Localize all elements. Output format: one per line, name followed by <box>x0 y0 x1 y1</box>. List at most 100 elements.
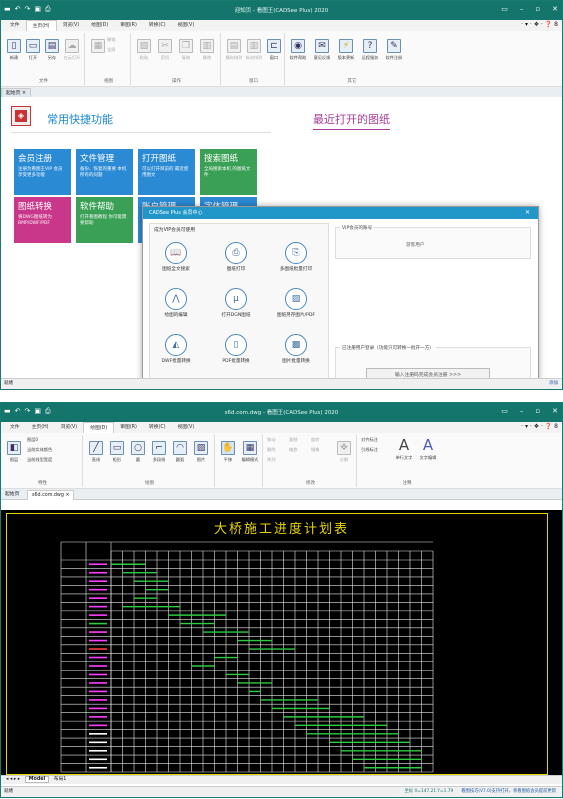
menu-file[interactable]: 文件 <box>4 422 26 433</box>
menu-browse[interactable]: 浏览(V) <box>55 422 84 433</box>
menu-file[interactable]: 文件 <box>4 20 26 31</box>
tab-close-icon[interactable]: × <box>22 91 26 96</box>
tile-open-drawing[interactable]: 打开图纸 可以打开目前的 最近使用图文 <box>138 149 195 195</box>
single-text-button[interactable]: A 单行文字 <box>393 438 415 461</box>
tile-horizontal-button[interactable]: ▤ 横向排列 <box>223 39 245 61</box>
polyline-button[interactable]: ⌐ 多段线 <box>148 441 170 463</box>
tab-start-page[interactable]: 起始页 <box>1 490 23 500</box>
help-icons[interactable]: · ▾ · ❖ · ❓ 8 <box>521 21 558 28</box>
feature-save-image[interactable]: ▨ 图纸另存图片/PDF <box>274 288 318 318</box>
leader-button[interactable]: 引线标注 <box>361 447 391 453</box>
maximize-icon[interactable]: ▫ <box>535 5 540 13</box>
tab-model[interactable]: Model <box>24 776 50 783</box>
delete-button[interactable]: ▥ 删除 <box>196 39 218 61</box>
drawing-canvas[interactable]: 大桥施工进度计划表 <box>1 510 562 775</box>
aligned-dim-button[interactable]: 对齐标注 <box>361 437 391 443</box>
feature-image-batch[interactable]: ▩ 图片批量转换 <box>274 334 318 364</box>
tab-drawing[interactable]: s6d.com.dwg × <box>27 490 75 500</box>
minimize-icon[interactable]: – <box>520 407 524 415</box>
help-button[interactable]: ◉ 软件帮助 <box>287 39 309 61</box>
tile-member-register[interactable]: 会员注册 注册为看图王VIP 会员享受更多功能 <box>14 149 71 195</box>
menu-review[interactable]: 审图(R) <box>114 422 143 433</box>
rotate-button[interactable]: 旋转 <box>311 437 333 443</box>
fullscreen-button[interactable]: 全屏 <box>107 47 131 53</box>
copy-button[interactable]: ❐ 复制 <box>175 39 197 61</box>
line-button[interactable]: ╱ 直线 <box>85 441 107 463</box>
close-icon[interactable]: ✕ <box>552 5 558 13</box>
layout-nav[interactable]: ◂ ◂ ▸ ▸ <box>3 777 23 782</box>
pan-button[interactable]: ✋ 平移 <box>217 441 239 463</box>
tab-layout1[interactable]: 布局1 <box>51 777 70 782</box>
recent-drawings-title[interactable]: 最近打开的图纸 <box>313 111 390 130</box>
menu-convert[interactable]: 转换(C) <box>143 422 172 433</box>
feature-print[interactable]: ⎙ 图纸打印 <box>214 242 258 272</box>
dialog-close-icon[interactable]: ✕ <box>525 207 530 219</box>
feature-edit[interactable]: ⋀ 绘图的编辑 <box>154 288 198 318</box>
feature-pdf-batch[interactable]: ▯ PDF批量转换 <box>214 334 258 364</box>
restore-icon[interactable]: ▭ <box>501 407 508 415</box>
tile-drawing-convert[interactable]: 图纸转换 将DWG图纸转为 BMP/DWF/PDF <box>14 197 71 243</box>
array-button[interactable]: 阵列 <box>267 457 289 463</box>
undo-button[interactable]: 撤销 <box>107 37 131 43</box>
tile-vertical-button[interactable]: ▥ 纵向排列 <box>243 39 265 61</box>
remote-service-button[interactable]: ? 远程服务 <box>359 39 381 61</box>
copy-button[interactable]: 复制 <box>289 437 311 443</box>
tile-file-manage[interactable]: 文件管理 备份、恢复的重要 本机所有的问题 <box>76 149 133 195</box>
cloud-open-button[interactable]: ☁ 在云打开 <box>61 39 83 61</box>
menu-convert[interactable]: 转换(C) <box>143 20 172 31</box>
ribbon-group-properties: ◧ 图层 图层0 当前实体颜色 当前线型宽度 特性 <box>3 435 83 487</box>
circle-button[interactable]: ○ 圆 <box>127 441 149 463</box>
update-notice[interactable]: 看图技巧(V7.0)支持打开，将看图纸会员提前更新 <box>461 789 556 794</box>
feature-open-dgn[interactable]: μ 打开DGN图纸 <box>214 288 258 318</box>
text-edit-button[interactable]: A 文字编辑 <box>417 438 439 461</box>
explode-button[interactable]: ✥ 分解 <box>333 441 355 463</box>
color-select[interactable]: 当前实体颜色 <box>27 447 81 453</box>
image-icon: ▨ <box>194 441 208 455</box>
tab-close-icon[interactable]: × <box>65 493 69 498</box>
menu-browse[interactable]: 浏览(V) <box>57 20 86 31</box>
group-label: 操作 <box>172 79 181 84</box>
menu-home[interactable]: 主页(H) <box>25 19 57 32</box>
menu-draw[interactable]: 绘图(D) <box>83 421 115 434</box>
menu-view[interactable]: 视图(V) <box>172 20 201 31</box>
arc-icon: ◠ <box>173 441 187 455</box>
feature-fulltext-search[interactable]: 📖 图纸全文搜索 <box>154 242 198 272</box>
menu-review[interactable]: 审图(R) <box>114 20 143 31</box>
rectangle-button[interactable]: ▭ 矩形 <box>106 441 128 463</box>
restore-icon[interactable]: ▭ <box>501 5 508 13</box>
maximize-icon[interactable]: ▫ <box>535 407 540 415</box>
paste-button[interactable]: ▧ 粘贴 <box>133 39 155 61</box>
delete-button[interactable]: 删除 <box>267 447 289 453</box>
register-button[interactable]: ✎ 软件注册 <box>383 39 405 61</box>
edit-mode-button[interactable]: ▦ 编辑模式 <box>239 441 261 463</box>
update-button[interactable]: ⚡ 版本更新 <box>335 39 357 61</box>
window-button[interactable]: ⊏ 窗口 <box>263 39 285 61</box>
layer-button[interactable]: ◧ 图层 <box>3 441 25 463</box>
status-right[interactable]: 添加 <box>549 379 558 389</box>
arc-button[interactable]: ◠ 圆弧 <box>169 441 191 463</box>
feature-dwf-batch[interactable]: ◭ DWF批量转换 <box>154 334 198 364</box>
menu-draw[interactable]: 绘图(D) <box>85 20 114 31</box>
schedule-bars <box>111 563 422 769</box>
lineweight-select[interactable]: 当前线型宽度 <box>27 457 81 463</box>
layer-select[interactable]: 图层0 <box>27 437 81 443</box>
thumbnail-button[interactable]: ▦ <box>87 39 109 55</box>
minimize-icon[interactable]: – <box>520 5 524 13</box>
save-as-button[interactable]: ▤ 另存 <box>41 39 63 61</box>
scale-button[interactable]: 缩放 <box>289 447 311 453</box>
compass-icon: ⋀ <box>165 288 187 310</box>
feedback-button[interactable]: ✉ 意见反馈 <box>311 39 333 61</box>
help-icons[interactable]: · ▾ · ❖ · ❓ 8 <box>521 423 558 430</box>
menu-view[interactable]: 视图(V) <box>172 422 201 433</box>
menu-home[interactable]: 主页(H) <box>26 422 55 433</box>
tile-software-help[interactable]: 软件帮助 打开看图教程 你可能需要帮助 <box>76 197 133 243</box>
mirror-button[interactable]: 镜像 <box>311 447 333 453</box>
image-button[interactable]: ▨ 图片 <box>190 441 212 463</box>
tile-search-drawing[interactable]: 搜索图纸 全局搜索本机 的图纸文件 <box>200 149 257 195</box>
cut-button[interactable]: ✂ 剪切 <box>154 39 176 61</box>
ribbon: ◧ 图层 图层0 当前实体颜色 当前线型宽度 特性 ╱ 直线 ▭ 矩形 ○ 圆 ⌐ 多段线… <box>1 433 562 489</box>
feature-batch-print[interactable]: ⎘ 多图纸批量打印 <box>274 242 318 272</box>
close-icon[interactable]: ✕ <box>552 407 558 415</box>
move-button[interactable]: 移动 <box>267 437 289 443</box>
save-as-icon: ▤ <box>45 39 59 53</box>
